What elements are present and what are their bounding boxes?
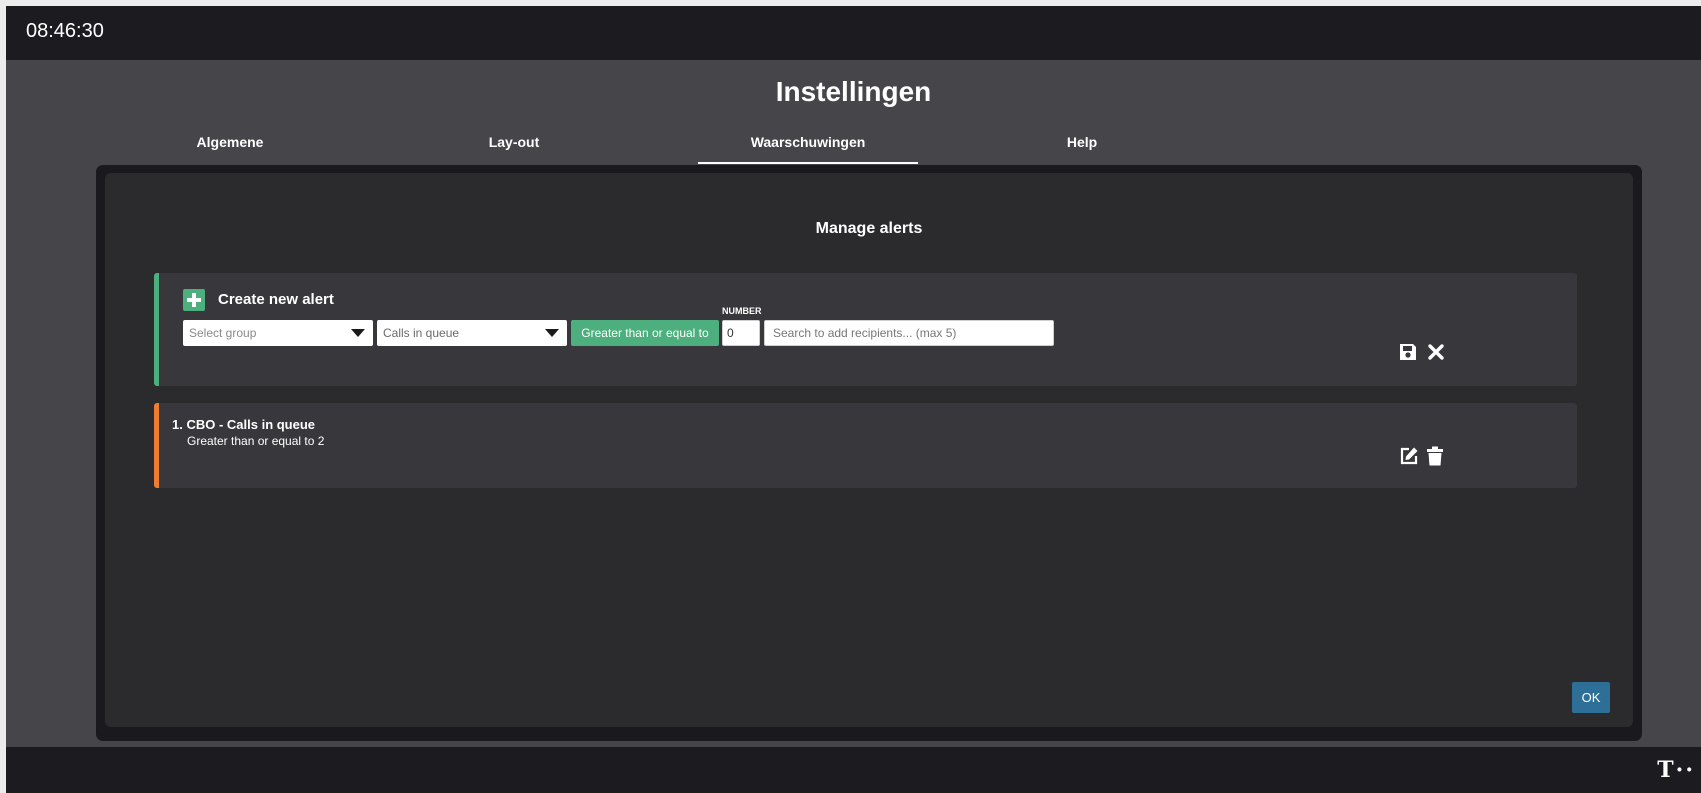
metric-select[interactable]: Calls in queue	[377, 320, 567, 346]
edit-icon[interactable]	[1398, 445, 1420, 467]
settings-app: 08:46:30 Instellingen Algemene Lay-out W…	[6, 6, 1701, 793]
caret-down-icon	[545, 329, 559, 337]
create-alert-card: Create new alert Select group Calls in q…	[154, 273, 1577, 386]
trash-icon[interactable]	[1424, 445, 1446, 467]
save-icon[interactable]	[1397, 341, 1419, 363]
settings-panel: Manage alerts Create new alert Select gr…	[96, 165, 1642, 741]
tab-waarschuwingen[interactable]: Waarschuwingen	[698, 134, 918, 164]
caret-down-icon	[351, 329, 365, 337]
recipients-search-input[interactable]: Search to add recipients... (max 5)	[764, 320, 1054, 346]
alert-condition: Greater than or equal to 2	[187, 434, 325, 448]
brand-logo: T··	[1657, 757, 1695, 783]
alert-item: 1. CBO - Calls in queue Greater than or …	[154, 403, 1577, 488]
page-title: Instellingen	[775, 76, 932, 107]
group-select-value: Select group	[189, 326, 257, 340]
settings-tabs: Algemene Lay-out Waarschuwingen Help	[6, 134, 1701, 164]
create-alert-title: Create new alert	[218, 291, 334, 308]
tab-help[interactable]: Help	[972, 134, 1192, 162]
close-icon[interactable]	[1425, 341, 1447, 363]
number-input[interactable]: 0	[722, 320, 760, 346]
section-title: Manage alerts	[815, 220, 923, 237]
ok-button[interactable]: OK	[1572, 682, 1610, 713]
operator-button[interactable]: Greater than or equal to	[571, 320, 719, 346]
number-label: NUMBER	[722, 306, 762, 316]
metric-select-value: Calls in queue	[383, 326, 460, 340]
top-bar: 08:46:30	[6, 6, 1701, 60]
alert-title: 1. CBO - Calls in queue	[172, 417, 316, 432]
bottom-bar: T··	[6, 747, 1701, 793]
plus-icon[interactable]	[183, 289, 205, 311]
tab-lay-out[interactable]: Lay-out	[404, 134, 624, 162]
group-select[interactable]: Select group	[183, 320, 373, 346]
tab-algemene[interactable]: Algemene	[120, 134, 340, 162]
alerts-panel: Manage alerts Create new alert Select gr…	[105, 173, 1633, 727]
clock: 08:46:30	[26, 20, 104, 42]
